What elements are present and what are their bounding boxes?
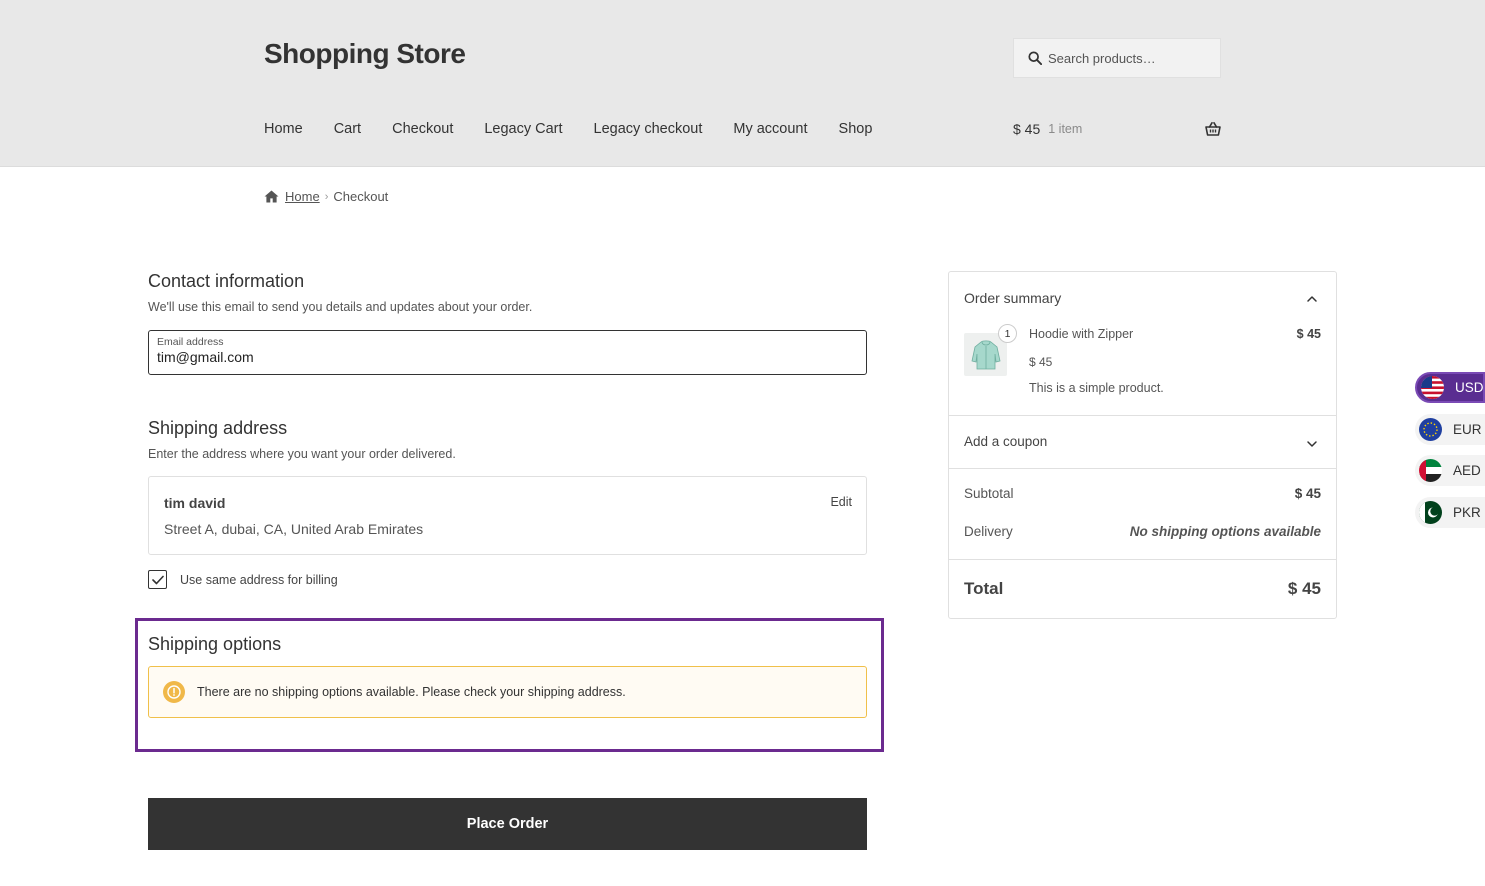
breadcrumb-current: Checkout <box>333 189 389 204</box>
nav-item-cart[interactable]: Cart <box>334 121 361 137</box>
item-description: This is a simple product. <box>1029 381 1164 395</box>
currency-code: USD <box>1455 380 1484 395</box>
breadcrumb-separator-icon: › <box>324 190 329 203</box>
basket-icon <box>1205 122 1221 136</box>
chevron-down-icon[interactable] <box>1306 438 1318 450</box>
search-icon <box>1028 51 1042 65</box>
order-summary: Order summary 1 Hoodie with Zipper $ 45 … <box>948 271 1337 619</box>
nav-item-legacy-cart[interactable]: Legacy Cart <box>484 121 562 137</box>
item-line-total: $ 45 <box>1296 327 1321 341</box>
contact-description: We'll use this email to send you details… <box>148 300 533 314</box>
divider <box>949 468 1336 469</box>
email-field[interactable]: Email address tim@gmail.com <box>148 330 867 375</box>
nav-item-shop[interactable]: Shop <box>839 121 873 137</box>
order-summary-title[interactable]: Order summary <box>964 290 1061 306</box>
subtotal-value: $ 45 <box>1294 486 1321 501</box>
item-name: Hoodie with Zipper <box>1029 327 1134 341</box>
contact-title: Contact information <box>148 271 305 291</box>
quantity-badge: 1 <box>998 324 1017 343</box>
checkmark-icon <box>151 575 164 584</box>
breadcrumb: Home › Checkout <box>264 189 388 204</box>
address-card: tim david Street A, dubai, CA, United Ar… <box>148 476 867 555</box>
header-cart-total: $ 45 <box>1013 121 1041 137</box>
site-header: Shopping Store Home Cart Checkout Legacy… <box>0 0 1485 167</box>
nav-item-legacy-checkout[interactable]: Legacy checkout <box>594 121 703 137</box>
nav-item-checkout[interactable]: Checkout <box>392 121 453 137</box>
chevron-up-icon[interactable] <box>1306 293 1318 305</box>
total-value: $ 45 <box>1287 579 1321 598</box>
currency-pkr[interactable]: PKR <box>1415 497 1485 528</box>
billing-checkbox-label[interactable]: Use same address for billing <box>180 573 338 587</box>
delivery-label: Delivery <box>964 524 1013 539</box>
address-line: Street A, dubai, CA, United Arab Emirate… <box>164 521 424 537</box>
header-cart[interactable]: $ 45 1 item <box>1013 121 1221 137</box>
site-title[interactable]: Shopping Store <box>264 38 466 70</box>
eu-flag-icon <box>1419 418 1442 441</box>
divider <box>949 559 1336 560</box>
currency-code: EUR <box>1453 422 1482 437</box>
billing-checkbox[interactable] <box>148 570 167 589</box>
currency-usd[interactable]: USD <box>1415 372 1485 403</box>
nav-item-home[interactable]: Home <box>264 121 303 137</box>
currency-code: PKR <box>1453 505 1481 520</box>
shipping-notice: There are no shipping options available.… <box>148 666 867 718</box>
uae-flag-icon <box>1419 459 1442 482</box>
search-input[interactable] <box>1048 50 1208 66</box>
header-cart-count: 1 item <box>1048 122 1083 136</box>
currency-code: AED <box>1453 463 1481 478</box>
shipping-notice-text: There are no shipping options available.… <box>197 685 626 699</box>
edit-address-button[interactable]: Edit <box>830 495 852 509</box>
hoodie-icon <box>971 339 1000 369</box>
billing-same-address[interactable]: Use same address for billing <box>148 570 338 589</box>
shipping-address-title: Shipping address <box>148 418 288 438</box>
total-label: Total <box>964 579 1004 598</box>
currency-eur[interactable]: EUR <box>1415 414 1485 445</box>
shipping-address-description: Enter the address where you want your or… <box>148 447 456 461</box>
delivery-value: No shipping options available <box>1129 524 1321 539</box>
warning-icon <box>163 681 185 703</box>
place-order-button[interactable]: Place Order <box>148 798 867 850</box>
address-name: tim david <box>164 495 226 511</box>
breadcrumb-home-link[interactable]: Home <box>285 189 320 204</box>
pakistan-flag-icon <box>1419 501 1442 524</box>
email-input[interactable]: tim@gmail.com <box>157 349 858 365</box>
home-icon <box>264 190 279 203</box>
item-price: $ 45 <box>1029 355 1053 369</box>
currency-aed[interactable]: AED <box>1415 455 1485 486</box>
add-coupon-toggle[interactable]: Add a coupon <box>964 434 1047 449</box>
shipping-options-title: Shipping options <box>148 634 282 654</box>
nav-item-my-account[interactable]: My account <box>733 121 807 137</box>
search-box[interactable] <box>1013 38 1221 78</box>
main-nav: Home Cart Checkout Legacy Cart Legacy ch… <box>264 121 903 137</box>
us-flag-icon <box>1421 376 1444 399</box>
email-field-label: Email address <box>157 336 224 348</box>
subtotal-label: Subtotal <box>964 486 1014 501</box>
divider <box>949 415 1336 416</box>
